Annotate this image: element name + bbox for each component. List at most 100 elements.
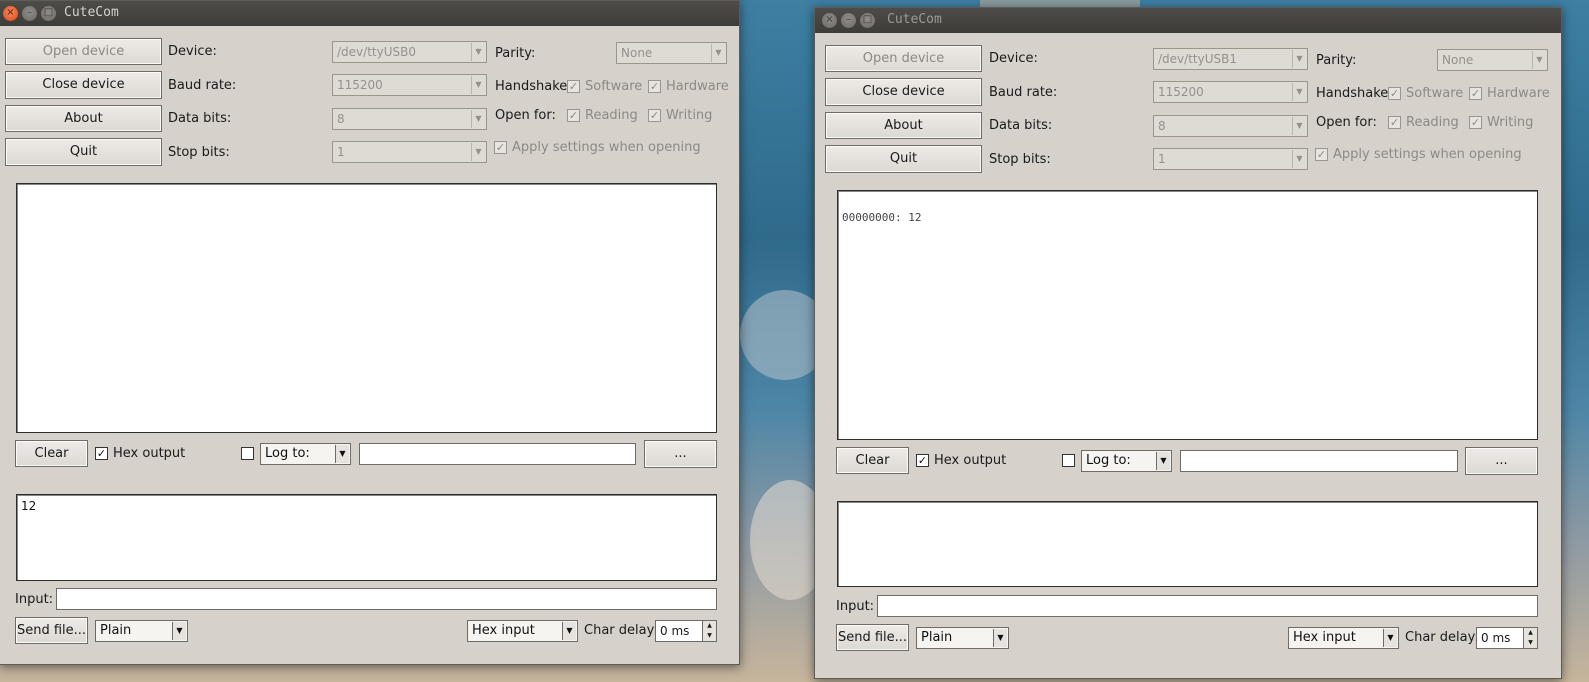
quit-button[interactable]: Quit <box>5 138 162 166</box>
software-label: Software <box>585 79 643 94</box>
hex-output-label: Hex output <box>934 453 1007 468</box>
parity-label: Parity: <box>1316 53 1357 68</box>
chevron-down-icon: ▼ <box>993 629 1007 647</box>
titlebar[interactable]: × – □ CuteCom <box>815 8 1561 33</box>
clear-button[interactable]: Clear <box>836 447 909 474</box>
stop-bits-select[interactable]: 1 ▼ <box>1153 148 1308 170</box>
log-to-select[interactable]: Log to: ▼ <box>1081 450 1172 472</box>
browse-log-button[interactable]: ... <box>1465 447 1538 475</box>
apply-settings-checkbox[interactable]: ✓ <box>494 141 507 154</box>
open-for-label: Open for: <box>495 108 556 123</box>
open-device-button[interactable]: Open device <box>5 38 162 65</box>
chevron-down-icon: ▼ <box>471 43 485 61</box>
baud-rate-label: Baud rate: <box>168 78 237 93</box>
close-window-icon[interactable]: × <box>822 13 837 28</box>
about-button[interactable]: About <box>5 105 162 132</box>
send-file-button[interactable]: Send file... <box>15 617 88 644</box>
input-label: Input: <box>15 592 54 607</box>
char-delay-value: 0 ms <box>1481 631 1511 645</box>
chevron-down-icon: ▼ <box>1292 50 1306 68</box>
stop-bits-label: Stop bits: <box>168 145 230 160</box>
apply-settings-checkbox[interactable]: ✓ <box>1315 148 1328 161</box>
send-mode-select[interactable]: Plain ▼ <box>95 620 188 642</box>
handshake-label: Handshake: <box>495 79 572 94</box>
output-display[interactable]: 00000000: 12 <box>837 190 1538 440</box>
output-display[interactable] <box>16 183 717 433</box>
software-checkbox[interactable]: ✓ <box>1388 87 1401 100</box>
open-device-button[interactable]: Open device <box>825 45 982 72</box>
send-mode-select[interactable]: Plain ▼ <box>916 627 1009 649</box>
maximize-window-icon[interactable]: □ <box>860 13 875 28</box>
device-select[interactable]: /dev/ttyUSB1 ▼ <box>1153 48 1308 70</box>
data-bits-select[interactable]: 8 ▼ <box>1153 115 1308 137</box>
baud-rate-label: Baud rate: <box>989 85 1058 100</box>
hex-output-checkbox[interactable]: ✓ <box>916 454 929 467</box>
reading-checkbox[interactable]: ✓ <box>1388 116 1401 129</box>
baud-rate-select[interactable]: 115200 ▼ <box>1153 81 1308 103</box>
parity-select[interactable]: None ▼ <box>1437 49 1548 71</box>
char-delay-spinbox[interactable]: 0 ms ▲ ▼ <box>655 620 717 642</box>
minimize-window-icon[interactable]: – <box>22 6 37 21</box>
input-field[interactable] <box>877 595 1538 617</box>
spin-arrows-icon[interactable]: ▲ ▼ <box>1523 628 1537 648</box>
writing-checkbox[interactable]: ✓ <box>1469 116 1482 129</box>
chevron-down-icon: ▼ <box>1383 629 1397 647</box>
baud-rate-value: 115200 <box>337 78 383 92</box>
device-label: Device: <box>168 44 217 59</box>
input-field[interactable] <box>56 588 717 610</box>
device-select[interactable]: /dev/ttyUSB0 ▼ <box>332 41 487 63</box>
stop-bits-value: 1 <box>1158 152 1166 166</box>
input-history-area[interactable]: 12 <box>16 494 717 581</box>
clear-button[interactable]: Clear <box>15 440 88 467</box>
log-to-checkbox[interactable] <box>241 447 254 460</box>
input-history-area[interactable] <box>837 501 1538 587</box>
log-file-path-input[interactable] <box>1180 450 1458 472</box>
data-bits-label: Data bits: <box>168 111 232 126</box>
maximize-window-icon[interactable]: □ <box>41 6 56 21</box>
baud-rate-select[interactable]: 115200 ▼ <box>332 74 487 96</box>
writing-checkbox[interactable]: ✓ <box>648 109 661 122</box>
log-file-path-input[interactable] <box>359 443 636 465</box>
parity-label: Parity: <box>495 46 536 61</box>
input-mode-select[interactable]: Hex input ▼ <box>1288 627 1399 649</box>
input-mode-select[interactable]: Hex input ▼ <box>467 620 578 642</box>
browse-log-button[interactable]: ... <box>644 440 717 468</box>
char-delay-label: Char delay: <box>584 623 658 638</box>
titlebar[interactable]: × – □ CuteCom <box>0 1 739 26</box>
close-device-button[interactable]: Close device <box>5 71 162 99</box>
spin-arrows-icon[interactable]: ▲ ▼ <box>702 621 716 641</box>
data-bits-select[interactable]: 8 ▼ <box>332 108 487 130</box>
reading-checkbox[interactable]: ✓ <box>567 109 580 122</box>
close-window-icon[interactable]: × <box>3 6 18 21</box>
about-button[interactable]: About <box>825 112 982 139</box>
hex-output-checkbox[interactable]: ✓ <box>95 447 108 460</box>
chevron-down-icon: ▼ <box>1532 51 1546 69</box>
apply-settings-label: Apply settings when opening <box>512 140 701 155</box>
hardware-checkbox[interactable]: ✓ <box>648 80 661 93</box>
char-delay-label: Char delay: <box>1405 630 1479 645</box>
parity-value: None <box>621 46 653 60</box>
char-delay-value: 0 ms <box>660 624 690 638</box>
parity-select[interactable]: None ▼ <box>616 42 727 64</box>
close-device-button[interactable]: Close device <box>825 78 982 106</box>
send-file-button[interactable]: Send file... <box>836 624 909 651</box>
input-label: Input: <box>836 599 875 614</box>
log-to-checkbox[interactable] <box>1062 454 1075 467</box>
chevron-down-icon: ▼ <box>471 76 485 94</box>
data-bits-value: 8 <box>337 112 345 126</box>
minimize-window-icon[interactable]: – <box>841 13 856 28</box>
log-to-select[interactable]: Log to: ▼ <box>260 443 351 465</box>
hardware-checkbox[interactable]: ✓ <box>1469 87 1482 100</box>
hardware-label: Hardware <box>666 79 729 94</box>
reading-label: Reading <box>585 108 638 123</box>
writing-label: Writing <box>1487 115 1534 130</box>
chevron-down-icon: ▼ <box>1292 117 1306 135</box>
char-delay-spinbox[interactable]: 0 ms ▲ ▼ <box>1476 627 1538 649</box>
quit-button[interactable]: Quit <box>825 145 982 173</box>
chevron-down-icon: ▼ <box>1292 150 1306 168</box>
baud-rate-value: 115200 <box>1158 85 1204 99</box>
stop-bits-select[interactable]: 1 ▼ <box>332 141 487 163</box>
device-value: /dev/ttyUSB0 <box>337 45 416 59</box>
software-checkbox[interactable]: ✓ <box>567 80 580 93</box>
cutecom-window-2: × – □ CuteCom Open device Close device A… <box>814 7 1562 679</box>
